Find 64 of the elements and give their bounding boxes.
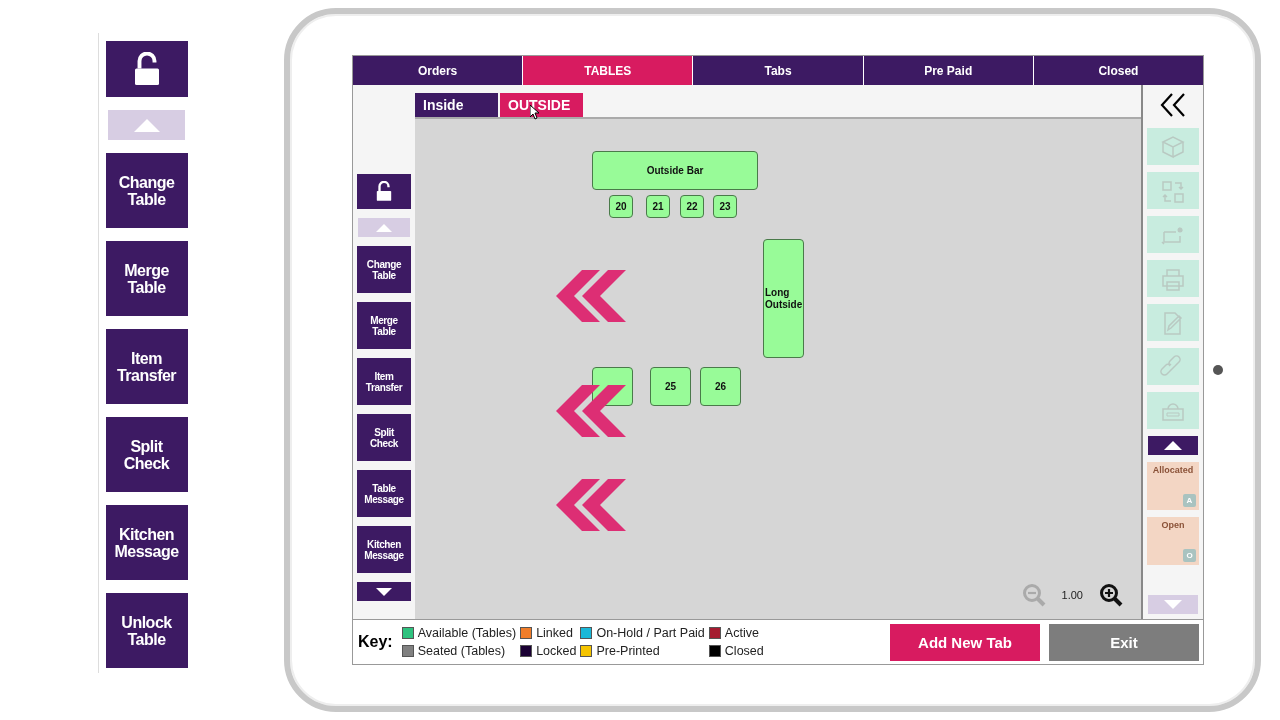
tab[interactable]: TABLES <box>523 56 693 85</box>
zoom-value: 1.00 <box>1061 589 1083 601</box>
table[interactable]: 20 <box>609 195 633 218</box>
action-button[interactable]: Table Message <box>357 470 411 517</box>
down-arrow-icon <box>376 587 392 596</box>
key-label: Locked <box>536 644 577 658</box>
area-tab[interactable]: Inside <box>415 93 498 117</box>
unlock-button[interactable] <box>357 174 411 209</box>
zoom-out-icon <box>1021 583 1046 607</box>
table[interactable]: 23 <box>713 195 737 218</box>
key-label: Linked <box>536 626 573 640</box>
action-button[interactable]: Item Transfer <box>357 358 411 405</box>
table[interactable]: 22 <box>680 195 704 218</box>
action-button[interactable]: Merge Table <box>105 241 188 316</box>
queue-panel[interactable]: Open O <box>1147 517 1199 565</box>
key-title: Key: <box>358 633 393 651</box>
exit-button[interactable]: Exit <box>1049 623 1199 661</box>
zoom-in-button[interactable] <box>1099 583 1123 607</box>
action-button[interactable]: Unlock Table <box>105 593 188 668</box>
key-label: On-Hold / Part Paid <box>596 626 705 640</box>
action-button[interactable]: Split Check <box>105 417 188 492</box>
table[interactable]: 21 <box>646 195 670 218</box>
action-button[interactable]: Kitchen Message <box>105 505 188 580</box>
unlock-button[interactable] <box>105 41 188 97</box>
scroll-down-button[interactable] <box>357 582 411 601</box>
scroll-up-button[interactable] <box>1148 436 1198 455</box>
action-button[interactable]: Change Table <box>105 153 188 228</box>
key-label: Closed <box>724 644 764 658</box>
padlock-icon <box>375 181 393 202</box>
action-button[interactable]: Change Table <box>357 246 411 293</box>
tab[interactable]: Orders <box>353 56 523 85</box>
key-label: Pre-Printed <box>596 644 660 658</box>
action-button[interactable]: Merge Table <box>357 302 411 349</box>
double-chevron-icon <box>556 479 626 531</box>
zoom-in-icon <box>1099 583 1123 607</box>
table[interactable]: 25 <box>650 367 691 406</box>
table[interactable]: 26 <box>700 367 741 406</box>
action-button[interactable]: Item Transfer <box>105 329 188 404</box>
tab[interactable]: Closed <box>1033 56 1203 85</box>
queue-badge: O <box>1183 549 1196 562</box>
queue-label: Open <box>1160 519 1186 530</box>
area-tab[interactable]: OUTSIDE <box>500 93 583 117</box>
queue-badge: A <box>1183 494 1196 507</box>
up-arrow-icon <box>376 223 392 232</box>
double-chevron-icon <box>1160 92 1186 118</box>
key-label: Seated (Tables) <box>417 644 506 658</box>
queue-label: Allocated <box>1151 464 1195 475</box>
add-tab-button[interactable]: Add New Tab <box>890 623 1040 661</box>
queue-panel[interactable]: Allocated A <box>1147 462 1199 510</box>
down-arrow-icon <box>1164 600 1182 609</box>
up-arrow-icon <box>1164 441 1182 450</box>
key-label: Active <box>724 626 759 640</box>
tab[interactable]: Tabs <box>693 56 863 85</box>
action-button[interactable]: Kitchen Message <box>357 526 411 573</box>
double-chevron-icon <box>556 270 626 322</box>
tab[interactable]: Pre Paid <box>863 56 1033 85</box>
bar-table[interactable]: Outside Bar <box>592 151 758 190</box>
camera-lens <box>1213 365 1223 375</box>
key-label: Available (Tables) <box>417 626 517 640</box>
action-button[interactable]: Split Check <box>357 414 411 461</box>
box-icon <box>1159 133 1187 160</box>
up-arrow-icon <box>133 118 160 132</box>
double-chevron-icon <box>556 385 626 437</box>
table[interactable]: Long Outside <box>763 239 804 358</box>
